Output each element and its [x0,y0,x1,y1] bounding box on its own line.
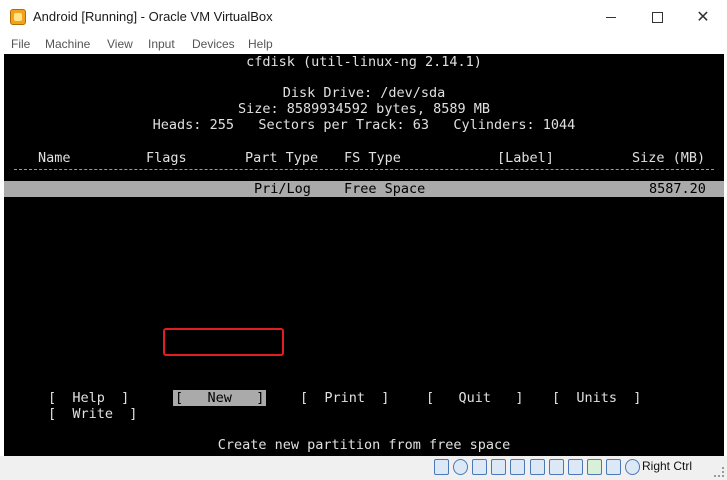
row-part-type: Pri/Log [254,181,311,197]
maximize-icon [651,11,663,23]
optical-drive-icon[interactable] [453,459,468,475]
partition-row[interactable]: Pri/Log Free Space 8587.20 [4,181,724,197]
virtualization-icon[interactable] [587,459,602,475]
menu-view[interactable]: View [107,37,133,51]
header-divider [14,169,714,171]
menu-machine[interactable]: Machine [45,37,90,51]
hard-disk-icon[interactable] [434,459,449,475]
menu-bar: File Machine View Input Devices Help [0,34,727,54]
usb-icon[interactable] [510,459,525,475]
audio-icon[interactable] [472,459,487,475]
menu-input[interactable]: Input [148,37,175,51]
new-button[interactable]: [ New ] [173,390,267,406]
disk-geometry: Heads: 255 Sectors per Track: 63 Cylinde… [152,117,576,133]
minimize-button[interactable] [588,0,634,34]
vm-screen[interactable]: cfdisk (util-linux-ng 2.14.1) Disk Drive… [4,54,724,456]
window-title: Android [Running] - Oracle VM VirtualBox [33,9,273,24]
new-button-highlight [163,328,284,356]
menu-help[interactable]: Help [248,37,273,51]
cfdisk-header: cfdisk (util-linux-ng 2.14.1) [246,54,482,70]
quit-button[interactable]: [ Quit ] [426,390,524,406]
column-fs-type: FS Type [344,150,401,166]
title-bar: Android [Running] - Oracle VM VirtualBox… [0,0,727,34]
status-bar: Right Ctrl [0,456,727,480]
arrow-down-icon[interactable] [625,459,640,475]
display-icon[interactable] [549,459,564,475]
row-size: 8587.20 [649,181,706,197]
column-flags: Flags [146,150,187,166]
column-part-type: Part Type [245,150,319,166]
column-name: Name [38,150,71,166]
shared-folders-icon[interactable] [530,459,545,475]
menu-devices[interactable]: Devices [192,37,235,51]
maximize-button[interactable] [634,0,680,34]
row-fs-type: Free Space [344,181,426,197]
virtualbox-app-icon [10,9,26,25]
write-button[interactable]: [ Write ] [48,406,137,422]
column-label: [Label] [497,150,554,166]
video-capture-icon[interactable] [568,459,583,475]
host-key-label: Right Ctrl [642,459,693,473]
resize-grip[interactable] [714,467,724,477]
status-message: Create new partition from free space [217,437,511,453]
column-size: Size (MB) [632,150,706,166]
menu-file[interactable]: File [11,37,30,51]
close-icon: ✕ [696,9,710,26]
close-button[interactable]: ✕ [680,0,726,34]
minimize-icon [606,16,616,18]
units-button[interactable]: [ Units ] [552,390,641,406]
cpu-icon[interactable] [606,459,621,475]
print-button[interactable]: [ Print ] [300,390,389,406]
help-button[interactable]: [ Help ] [48,390,129,406]
network-icon[interactable] [491,459,506,475]
disk-drive: Disk Drive: /dev/sda [282,85,446,101]
disk-size: Size: 8589934592 bytes, 8589 MB [238,101,490,117]
